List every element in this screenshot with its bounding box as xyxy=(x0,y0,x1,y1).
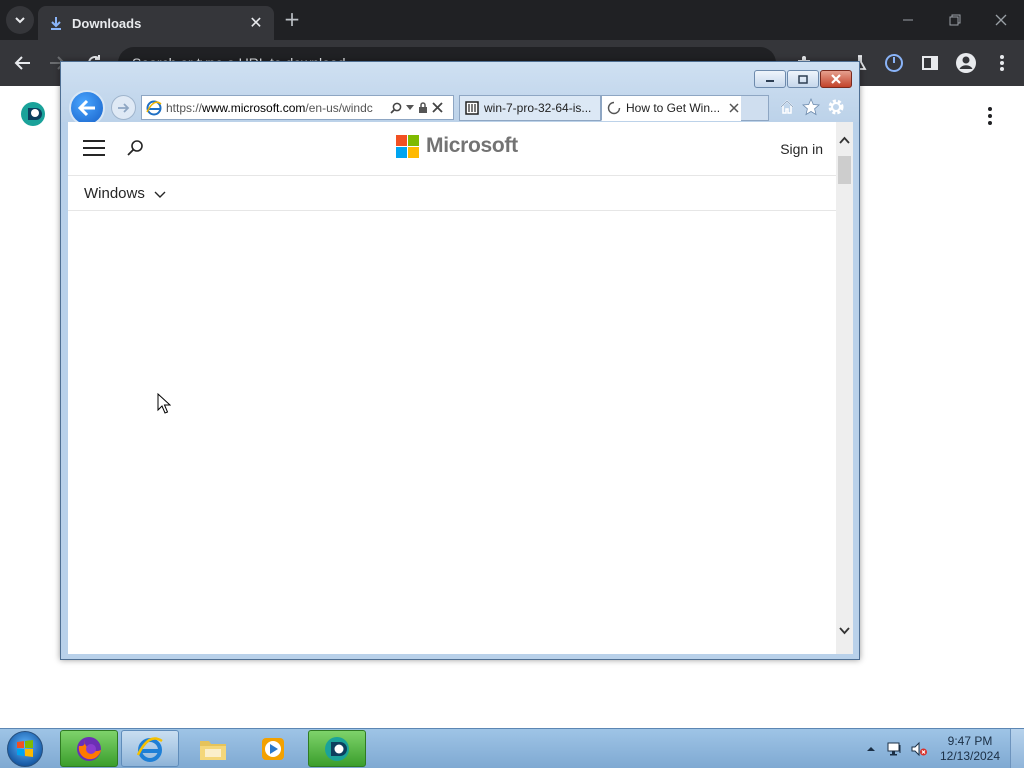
search-icon[interactable] xyxy=(390,102,402,114)
restore-icon xyxy=(798,74,808,84)
forward-arrow-icon xyxy=(117,102,129,113)
lock-icon[interactable] xyxy=(418,101,428,114)
clock-time: 9:47 PM xyxy=(947,734,993,748)
ie-vertical-scrollbar[interactable] xyxy=(836,122,853,654)
chrome-extension-app-icon xyxy=(325,736,349,761)
chevron-down-icon xyxy=(15,17,25,24)
network-icon[interactable] xyxy=(886,740,904,758)
new-tab-button[interactable]: + xyxy=(282,9,302,29)
stop-icon[interactable] xyxy=(432,102,443,113)
ie-forward-button[interactable] xyxy=(111,95,136,120)
home-icon[interactable] xyxy=(777,97,797,117)
ie-minimize-button[interactable] xyxy=(754,70,786,88)
microsoft-logo[interactable]: Microsoft xyxy=(396,134,518,158)
hamburger-menu-icon[interactable] xyxy=(83,140,105,156)
chevron-down-icon xyxy=(154,191,166,198)
firefox-icon xyxy=(77,736,101,761)
taskbar-media-player[interactable] xyxy=(244,730,302,767)
volume-muted-icon[interactable] xyxy=(910,740,928,758)
extension-power-icon[interactable] xyxy=(882,51,906,75)
file-explorer-icon xyxy=(200,740,226,760)
ie-tab-label: win-7-pro-32-64-is... xyxy=(484,101,592,115)
ie-page-icon xyxy=(146,100,162,115)
chrome-tab-downloads[interactable]: Downloads ✕ xyxy=(38,6,274,40)
sign-in-link[interactable]: Sign in xyxy=(780,141,823,157)
chevron-up-icon xyxy=(867,747,875,751)
ie-close-button[interactable] xyxy=(820,70,852,88)
settings-gear-icon[interactable] xyxy=(826,97,846,117)
chrome-tabstrip: Downloads ✕ + xyxy=(0,0,1024,40)
microsoft-logo-icon xyxy=(396,134,419,158)
minimize-icon xyxy=(766,80,774,82)
scroll-down-arrow-icon[interactable] xyxy=(838,624,851,637)
loading-spinner-icon xyxy=(607,101,621,115)
ms-header: Microsoft Sign in xyxy=(68,122,836,176)
minimize-icon xyxy=(903,19,913,21)
ie-window: https://www.microsoft.com/en-us/windc wi… xyxy=(60,61,860,660)
microsoft-logo-text: Microsoft xyxy=(426,134,518,157)
ie-caption-buttons xyxy=(753,70,852,88)
app-logo-icon xyxy=(21,102,45,126)
profile-avatar-icon[interactable] xyxy=(954,51,978,75)
internet-explorer-icon xyxy=(136,736,163,762)
taskbar-internet-explorer[interactable] xyxy=(121,730,179,767)
restore-button[interactable] xyxy=(943,8,967,32)
ie-new-tab-button[interactable] xyxy=(741,95,769,121)
show-hidden-icons-button[interactable] xyxy=(862,740,880,758)
page-menu-icon[interactable] xyxy=(980,104,1000,128)
taskbar-file-explorer[interactable] xyxy=(184,730,242,767)
ie-address-url[interactable]: https://www.microsoft.com/en-us/windc xyxy=(166,101,386,115)
scrollbar-thumb[interactable] xyxy=(838,156,851,184)
start-button[interactable] xyxy=(7,731,43,767)
taskbar-clock[interactable]: 9:47 PM 12/13/2024 xyxy=(934,734,1006,764)
close-window-button[interactable] xyxy=(989,8,1013,32)
ie-tab-download[interactable]: win-7-pro-32-64-is... xyxy=(459,95,601,121)
dropdown-arrow-icon[interactable] xyxy=(406,104,414,111)
back-arrow-icon xyxy=(77,99,95,117)
back-arrow-icon[interactable] xyxy=(12,52,34,74)
ie-tab-how-to-get-windows[interactable]: How to Get Win... xyxy=(601,95,742,121)
windows-taskbar: 9:47 PM 12/13/2024 xyxy=(0,728,1024,768)
mouse-cursor-icon xyxy=(157,393,171,414)
chrome-tab-title: Downloads xyxy=(72,15,142,31)
ie-page-content: Microsoft Sign in Windows xyxy=(68,122,836,654)
close-icon xyxy=(995,14,1007,26)
tab-search-button[interactable] xyxy=(6,6,34,34)
media-player-icon xyxy=(262,737,284,760)
windows-subnav-label: Windows xyxy=(84,185,145,202)
close-icon xyxy=(831,74,841,84)
taskbar-firefox[interactable] xyxy=(60,730,118,767)
show-desktop-button[interactable] xyxy=(1010,729,1024,768)
search-icon[interactable] xyxy=(125,138,145,158)
restore-icon xyxy=(949,14,961,26)
favorites-star-icon[interactable] xyxy=(801,97,821,117)
side-panel-icon[interactable] xyxy=(918,51,942,75)
windows-subnav[interactable]: Windows xyxy=(68,177,836,211)
clock-date: 12/13/2024 xyxy=(939,749,1001,763)
download-icon xyxy=(51,17,61,30)
archive-icon xyxy=(465,101,479,115)
system-tray: 9:47 PM 12/13/2024 xyxy=(862,729,1024,768)
ie-address-bar[interactable]: https://www.microsoft.com/en-us/windc xyxy=(141,95,454,120)
chrome-menu-icon[interactable] xyxy=(990,51,1014,75)
close-icon[interactable]: ✕ xyxy=(248,15,264,31)
ie-back-button[interactable] xyxy=(69,90,105,126)
close-tab-icon[interactable] xyxy=(728,102,740,114)
minimize-button[interactable] xyxy=(896,8,920,32)
taskbar-chrome-extension-app[interactable] xyxy=(308,730,366,767)
ie-restore-button[interactable] xyxy=(787,70,819,88)
scroll-up-arrow-icon[interactable] xyxy=(838,134,851,147)
ie-tab-label: How to Get Win... xyxy=(626,101,721,115)
windows-logo-icon xyxy=(17,740,33,757)
